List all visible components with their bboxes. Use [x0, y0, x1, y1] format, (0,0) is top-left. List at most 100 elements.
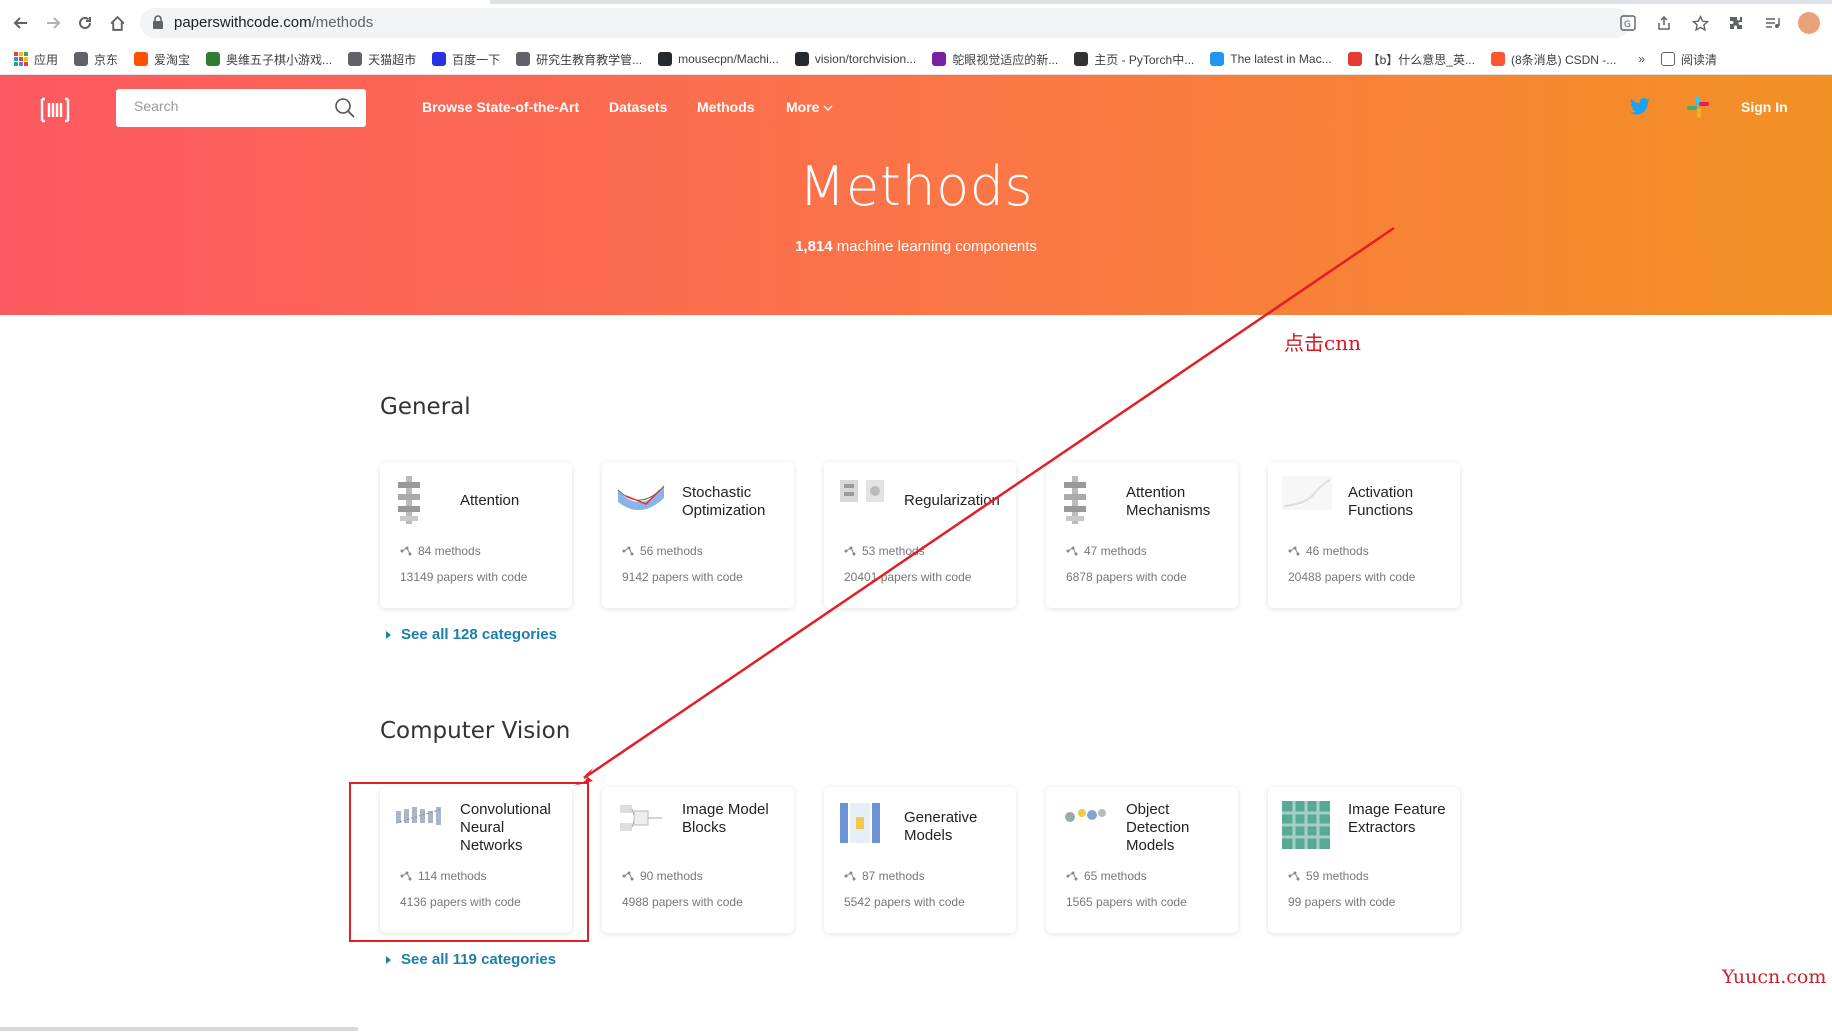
- bookmark-label: 应用: [34, 52, 59, 67]
- twitter-icon[interactable]: [1629, 97, 1651, 117]
- papers-count: 9142 papers with code: [622, 570, 743, 584]
- section-title-general: General: [380, 394, 471, 420]
- bookmark-favicon-icon: [134, 52, 149, 66]
- general-category-card[interactable]: Regularization 53 methods 20401 papers wit…: [824, 462, 1016, 608]
- bookmark-item[interactable]: 奥维五子棋小游戏...: [206, 51, 332, 68]
- horizontal-scrollbar[interactable]: [0, 1027, 358, 1031]
- reading-list-button[interactable]: 阅读清: [1661, 51, 1717, 68]
- nav-browse-sota[interactable]: Browse State-of-the-Art: [422, 99, 579, 115]
- bookmark-star-icon[interactable]: [1690, 13, 1710, 33]
- methods-count-label: 47 methods: [1084, 544, 1147, 558]
- methods-icon: [1066, 871, 1078, 881]
- hero-banner: Browse State-of-the-Art Datasets Methods…: [0, 75, 1832, 315]
- bookmark-favicon-icon: [794, 52, 809, 66]
- bookmark-item[interactable]: 天猫超市: [348, 51, 416, 68]
- bookmark-item[interactable]: mousecpn/Machi...: [658, 52, 779, 66]
- methods-icon: [844, 871, 856, 881]
- reload-icon[interactable]: [74, 12, 96, 34]
- papers-count: 4988 papers with code: [622, 895, 743, 909]
- methods-icon: [844, 546, 856, 556]
- methods-icon: [622, 871, 634, 881]
- bookmark-label: The latest in Mac...: [1230, 52, 1332, 66]
- methods-count-label: 59 methods: [1306, 869, 1369, 883]
- nav-datasets[interactable]: Datasets: [609, 99, 667, 115]
- nav-methods[interactable]: Methods: [697, 99, 755, 115]
- bookmark-label: 主页 - PyTorch中...: [1094, 52, 1195, 67]
- bookmark-item[interactable]: 爱淘宝: [134, 51, 190, 68]
- methods-count: 46 methods: [1288, 544, 1369, 558]
- cv-category-card[interactable]: Image Model Blocks 90 methods 4988 papers …: [602, 787, 794, 933]
- bookmark-favicon-icon: [1347, 52, 1362, 66]
- search-input[interactable]: [134, 98, 314, 114]
- sign-in-link[interactable]: Sign In: [1741, 99, 1788, 115]
- see-all-cv-link[interactable]: See all 119 categories: [386, 951, 556, 968]
- methods-count-label: 53 methods: [862, 544, 925, 558]
- slack-icon[interactable]: [1685, 94, 1711, 120]
- chevron-down-icon: [823, 105, 833, 111]
- see-all-cv-label: See all 119 categories: [401, 951, 557, 968]
- category-name: Attention Mechanisms: [1126, 484, 1211, 519]
- translate-icon[interactable]: G: [1618, 13, 1638, 33]
- general-category-card[interactable]: Stochastic Optimization 56 methods 9142 pa…: [602, 462, 794, 608]
- category-thumbnail-icon: [838, 801, 884, 849]
- general-category-card[interactable]: Attention Mechanisms 47 methods 6878 paper…: [1046, 462, 1238, 608]
- bookmark-item[interactable]: 【b】什么意思_英...: [1347, 51, 1475, 68]
- extensions-icon[interactable]: [1726, 13, 1746, 33]
- bookmark-label: 【b】什么意思_英...: [1367, 52, 1475, 67]
- methods-count-label: 90 methods: [640, 869, 703, 883]
- cv-category-card[interactable]: Image Feature Extractors 59 methods 99 pap…: [1268, 787, 1460, 933]
- bookmark-item[interactable]: The latest in Mac...: [1210, 52, 1332, 66]
- category-name: Image Model Blocks: [682, 801, 769, 836]
- bookmark-item[interactable]: 研究生教育教学管...: [516, 51, 642, 68]
- category-thumbnail-icon: [1060, 801, 1106, 849]
- share-icon[interactable]: [1654, 13, 1674, 33]
- search-icon[interactable]: [334, 97, 356, 119]
- bookmark-item[interactable]: (8条消息) CSDN -...: [1490, 51, 1617, 68]
- bookmark-item[interactable]: vision/torchvision...: [794, 52, 916, 66]
- general-category-card[interactable]: Activation Functions 46 methods 20488 pape…: [1268, 462, 1460, 608]
- papers-count: 1565 papers with code: [1066, 895, 1187, 909]
- methods-count: 84 methods: [400, 544, 481, 558]
- forward-arrow-icon[interactable]: [42, 12, 64, 34]
- general-category-card[interactable]: Attention 84 methods 13149 papers with cod…: [380, 462, 572, 608]
- lock-icon: [153, 15, 163, 29]
- bookmark-label: 京东: [94, 52, 119, 67]
- bookmark-item[interactable]: 鸵眼视觉适应的新...: [932, 51, 1058, 68]
- reading-list-label: 阅读清: [1681, 52, 1718, 67]
- section-title-computer-vision: Computer Vision: [380, 718, 571, 744]
- methods-count-label: 46 methods: [1306, 544, 1369, 558]
- bookmark-favicon-icon: [74, 52, 89, 66]
- address-bar[interactable]: paperswithcode.com/methods: [140, 8, 1630, 38]
- bookmark-label: 天猫超市: [368, 52, 417, 67]
- bookmark-item[interactable]: 京东: [74, 51, 118, 68]
- papers-count: 6878 papers with code: [1066, 570, 1187, 584]
- nav-more[interactable]: More: [786, 99, 833, 115]
- apps-bookmark[interactable]: 应用: [14, 51, 58, 68]
- bookmarks-overflow-button[interactable]: »: [1638, 52, 1645, 66]
- home-icon[interactable]: [106, 12, 128, 34]
- see-all-general-link[interactable]: See all 128 categories: [386, 626, 557, 643]
- papers-count: 13149 papers with code: [400, 570, 528, 584]
- papers-count: 20488 papers with code: [1288, 570, 1416, 584]
- paperswithcode-logo-icon[interactable]: [40, 97, 70, 123]
- category-name: Generative Models: [904, 809, 978, 844]
- category-name: Object Detection Models: [1126, 801, 1190, 854]
- cv-category-card[interactable]: Generative Models 87 methods 5542 papers w…: [824, 787, 1016, 933]
- methods-count: 87 methods: [844, 869, 925, 883]
- bookmark-label: 研究生教育教学管...: [536, 52, 643, 67]
- bookmark-label: (8条消息) CSDN -...: [1510, 52, 1617, 67]
- profile-avatar[interactable]: [1798, 12, 1820, 34]
- category-thumbnail-icon: [838, 476, 884, 524]
- active-tab[interactable]: [0, 0, 490, 4]
- bookmark-favicon-icon: [348, 52, 363, 66]
- cv-category-card[interactable]: Object Detection Models 65 methods 1565 pa…: [1046, 787, 1238, 933]
- bookmark-label: 百度一下: [452, 52, 501, 67]
- bookmark-item[interactable]: 主页 - PyTorch中...: [1074, 51, 1194, 68]
- methods-count: 59 methods: [1288, 869, 1369, 883]
- bookmark-item[interactable]: 百度一下: [432, 51, 500, 68]
- category-name: Stochastic Optimization: [682, 484, 766, 519]
- back-arrow-icon[interactable]: [10, 12, 32, 34]
- media-control-icon[interactable]: [1762, 13, 1782, 33]
- url-text: paperswithcode.com/methods: [174, 14, 373, 31]
- bookmark-favicon-icon: [1074, 52, 1089, 66]
